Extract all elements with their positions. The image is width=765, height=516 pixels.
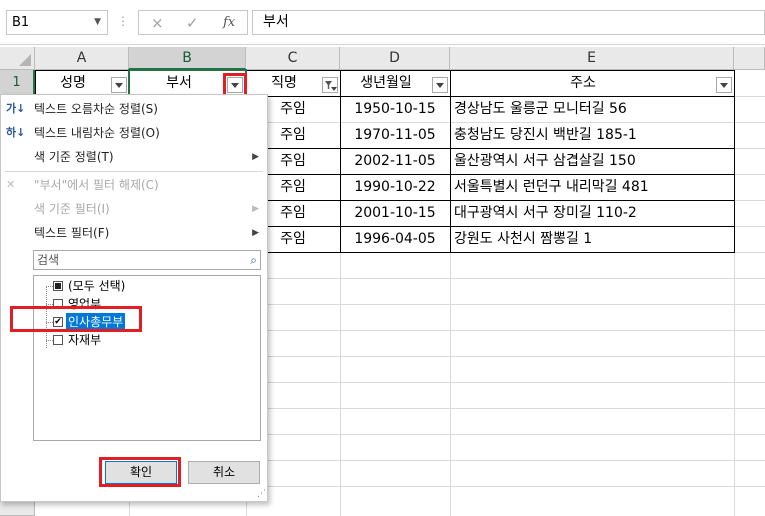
formula-buttons: × ✓ fx [138,10,248,35]
highlight-box-ok-button [99,457,181,487]
checkbox-select-all[interactable] [53,281,63,291]
column-header-a[interactable]: A [35,47,129,70]
menu-item-sort-descending[interactable]: 하↓ 텍스트 내림차순 정렬(O) [1,121,267,145]
column-header-b[interactable]: B [129,47,246,70]
formula-input[interactable]: 부서 [252,10,765,35]
formula-bar: B1 ▼ ⋮ × ✓ fx 부서 [0,0,765,45]
name-box[interactable]: B1 ▼ [6,10,108,35]
more-options-icon[interactable]: ⋮ [117,14,129,28]
chevron-right-icon: ▶ [252,228,259,238]
column-header-e[interactable]: E [450,47,734,70]
list-item-label: 자재부 [68,333,102,347]
filter-value-list[interactable]: (모두 선택) 영업부 ✔ 인사총무부 자재부 [33,275,261,441]
search-icon: ⌕ [250,253,257,267]
highlight-box-checked-item [10,306,142,332]
menu-item-label: 텍스트 내림차순 정렬(O) [34,126,160,140]
clear-filter-icon: ✕ [6,178,16,191]
enter-icon[interactable]: ✓ [186,14,199,32]
list-item-label: (모두 선택) [68,279,126,293]
row-header-1[interactable]: 1 [0,70,35,96]
cancel-button[interactable]: 취소 [188,461,260,484]
chevron-right-icon: ▶ [252,152,259,162]
chevron-down-icon[interactable]: ▼ [94,11,101,34]
menu-item-filter-by-color[interactable]: 색 기준 필터(I) ▶ [1,197,267,221]
insert-function-icon[interactable]: fx [223,15,235,30]
resize-grip-icon[interactable]: ⋰ [257,489,266,499]
sort-ascending-icon: 가↓ [6,102,26,115]
autofilter-dropdown: 가↓ 텍스트 오름차순 정렬(S) 하↓ 텍스트 내림차순 정렬(O) 색 기준… [0,94,268,502]
table-border [246,148,735,175]
menu-separator [5,171,263,172]
column-header-f[interactable] [734,47,765,70]
column-header-d[interactable]: D [340,47,450,70]
menu-item-label: "부서"에서 필터 해제(C) [34,178,159,192]
menu-item-label: 텍스트 오름차순 정렬(S) [34,102,158,116]
menu-item-text-filter[interactable]: 텍스트 필터(F) ▶ [1,221,267,245]
menu-item-clear-filter[interactable]: ✕ "부서"에서 필터 해제(C) [1,173,267,197]
select-all-corner[interactable] [0,47,35,70]
menu-item-label: 색 기준 정렬(T) [34,150,114,164]
menu-item-sort-ascending[interactable]: 가↓ 텍스트 오름차순 정렬(S) [1,97,267,121]
table-border [246,200,735,201]
name-box-value: B1 [12,15,30,30]
cancel-icon[interactable]: × [151,14,164,32]
list-item[interactable]: 자재부 [34,331,260,349]
checkbox[interactable] [53,335,63,345]
menu-item-sort-by-color[interactable]: 색 기준 정렬(T) ▶ [1,145,267,169]
list-item-select-all[interactable]: (모두 선택) [34,277,260,295]
column-header-c[interactable]: C [246,47,340,70]
menu-item-label: 색 기준 필터(I) [34,202,110,216]
sort-descending-icon: 하↓ [6,126,26,139]
search-placeholder: 검색 [37,253,60,267]
chevron-right-icon: ▶ [252,204,259,214]
filter-search-input[interactable]: 검색 ⌕ [33,250,261,270]
menu-item-label: 텍스트 필터(F) [34,226,110,240]
